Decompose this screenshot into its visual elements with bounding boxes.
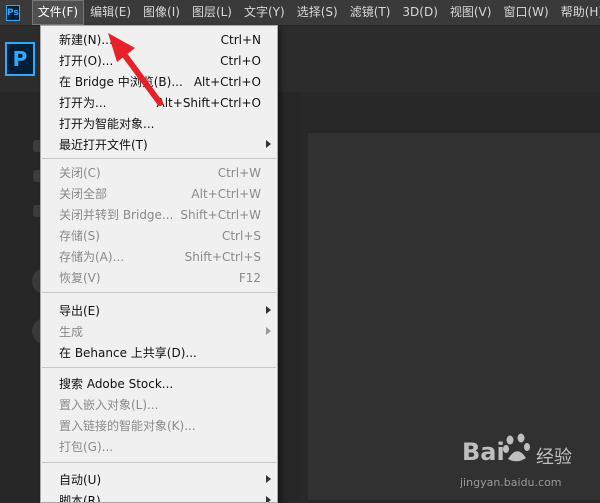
paw-icon xyxy=(503,433,530,462)
menu-separator xyxy=(42,292,276,293)
menu-item-generate[interactable]: 生成 xyxy=(41,321,277,342)
menu-separator xyxy=(42,462,276,463)
menu-item-label: 关闭(C) xyxy=(59,166,101,180)
menu-item-shortcut: Ctrl+N xyxy=(220,32,261,47)
menu-item-place-linked[interactable]: 置入链接的智能对象(K)... xyxy=(41,415,277,436)
menu-item-close-goto-bridge[interactable]: 关闭并转到 Bridge... Shift+Ctrl+W xyxy=(41,204,277,225)
submenu-arrow-icon xyxy=(266,140,271,148)
menu-item-save[interactable]: 存储(S) Ctrl+S xyxy=(41,225,277,246)
menu-item-label: 置入链接的智能对象(K)... xyxy=(59,419,196,433)
menu-view[interactable]: 视图(V) xyxy=(444,0,498,25)
menu-item-label: 自动(U) xyxy=(59,473,102,487)
menu-item-label: 存储为(A)... xyxy=(59,250,125,264)
menu-item-open-smart-object[interactable]: 打开为智能对象... xyxy=(41,113,277,134)
menu-item-label: 恢复(V) xyxy=(59,271,101,285)
menu-item-share-behance[interactable]: 在 Behance 上共享(D)... xyxy=(41,342,277,363)
menu-item-label: 在 Bridge 中浏览(B)... xyxy=(59,75,183,89)
menu-item-shortcut: Alt+Ctrl+W xyxy=(191,186,261,201)
photoshop-logo-icon: Ps xyxy=(6,4,20,21)
menu-select[interactable]: 选择(S) xyxy=(291,0,344,25)
watermark-url: jingyan.baidu.com xyxy=(460,476,562,489)
menu-help[interactable]: 帮助(H) xyxy=(555,0,600,25)
menu-type[interactable]: 文字(Y) xyxy=(238,0,291,25)
menu-item-label: 关闭并转到 Bridge... xyxy=(59,208,174,222)
menu-item-label: 在 Behance 上共享(D)... xyxy=(59,346,197,360)
submenu-arrow-icon xyxy=(266,327,271,335)
menu-item-shortcut: Shift+Ctrl+S xyxy=(184,249,261,264)
menu-separator xyxy=(42,367,276,368)
menu-item-label: 打开为智能对象... xyxy=(59,117,155,131)
menu-item-shortcut: Shift+Ctrl+W xyxy=(180,207,261,222)
baidu-watermark: Bai 经验 jingyan.baidu.com xyxy=(440,428,600,498)
menu-item-shortcut: F12 xyxy=(238,270,261,285)
menu-item-save-as[interactable]: 存储为(A)... Shift+Ctrl+S xyxy=(41,246,277,267)
menu-layer[interactable]: 图层(L) xyxy=(186,0,238,25)
menu-item-label: 搜索 Adobe Stock... xyxy=(59,377,174,391)
menu-3d[interactable]: 3D(D) xyxy=(396,0,443,25)
menu-filter[interactable]: 滤镜(T) xyxy=(344,0,397,25)
menu-item-open-as[interactable]: 打开为... Alt+Shift+Ctrl+O xyxy=(41,92,277,113)
menu-window[interactable]: 窗口(W) xyxy=(497,0,554,25)
menu-item-shortcut: Ctrl+O xyxy=(220,53,261,68)
menu-item-label: 打开(O)... xyxy=(59,54,114,68)
menu-image[interactable]: 图像(I) xyxy=(137,0,186,25)
menu-item-label: 置入嵌入对象(L)... xyxy=(59,398,159,412)
menu-item-export[interactable]: 导出(E) xyxy=(41,300,277,321)
menu-item-label: 导出(E) xyxy=(59,304,100,318)
menu-item-search-adobe-stock[interactable]: 搜索 Adobe Stock... xyxy=(41,373,277,394)
menu-item-shortcut: Alt+Ctrl+O xyxy=(193,74,261,89)
menu-item-recent-files[interactable]: 最近打开文件(T) xyxy=(41,134,277,155)
menu-bar: Ps 文件(F) 编辑(E) 图像(I) 图层(L) 文字(Y) 选择(S) 滤… xyxy=(0,0,600,26)
watermark-suffix: 经验 xyxy=(536,447,572,468)
menu-item-label: 脚本(R) xyxy=(59,494,101,503)
menu-item-scripts[interactable]: 脚本(R) xyxy=(41,490,277,503)
menu-item-place-embedded[interactable]: 置入嵌入对象(L)... xyxy=(41,394,277,415)
menu-item-revert[interactable]: 恢复(V) F12 xyxy=(41,267,277,288)
menu-item-shortcut: Ctrl+S xyxy=(221,228,261,243)
menu-item-new[interactable]: 新建(N)... Ctrl+N xyxy=(41,29,277,50)
menu-item-label: 关闭全部 xyxy=(59,187,108,201)
menu-item-label: 新建(N)... xyxy=(59,33,113,47)
watermark-logo: Bai xyxy=(462,438,505,466)
menu-item-close-all[interactable]: 关闭全部 Alt+Ctrl+W xyxy=(41,183,277,204)
menu-item-automate[interactable]: 自动(U) xyxy=(41,469,277,490)
menu-item-open[interactable]: 打开(O)... Ctrl+O xyxy=(41,50,277,71)
menu-edit[interactable]: 编辑(E) xyxy=(84,0,137,25)
photoshop-home-logo-icon: P xyxy=(5,42,35,76)
menu-item-browse-bridge[interactable]: 在 Bridge 中浏览(B)... Alt+Ctrl+O xyxy=(41,71,277,92)
menu-file[interactable]: 文件(F) xyxy=(31,0,85,25)
submenu-arrow-icon xyxy=(266,306,271,314)
menu-item-label: 存储(S) xyxy=(59,229,100,243)
submenu-arrow-icon xyxy=(266,475,271,483)
menu-item-shortcut: Ctrl+W xyxy=(217,165,261,180)
menu-separator xyxy=(42,158,276,159)
menu-item-label: 最近打开文件(T) xyxy=(59,138,148,152)
menu-item-package[interactable]: 打包(G)... xyxy=(41,436,277,457)
menu-item-label: 打开为... xyxy=(59,96,107,110)
file-menu-dropdown: 新建(N)... Ctrl+N 打开(O)... Ctrl+O 在 Bridge… xyxy=(40,25,278,503)
menu-item-label: 打包(G)... xyxy=(59,440,114,454)
menu-item-shortcut: Alt+Shift+Ctrl+O xyxy=(156,95,261,110)
menu-item-label: 生成 xyxy=(59,325,84,339)
menu-item-close[interactable]: 关闭(C) Ctrl+W xyxy=(41,162,277,183)
